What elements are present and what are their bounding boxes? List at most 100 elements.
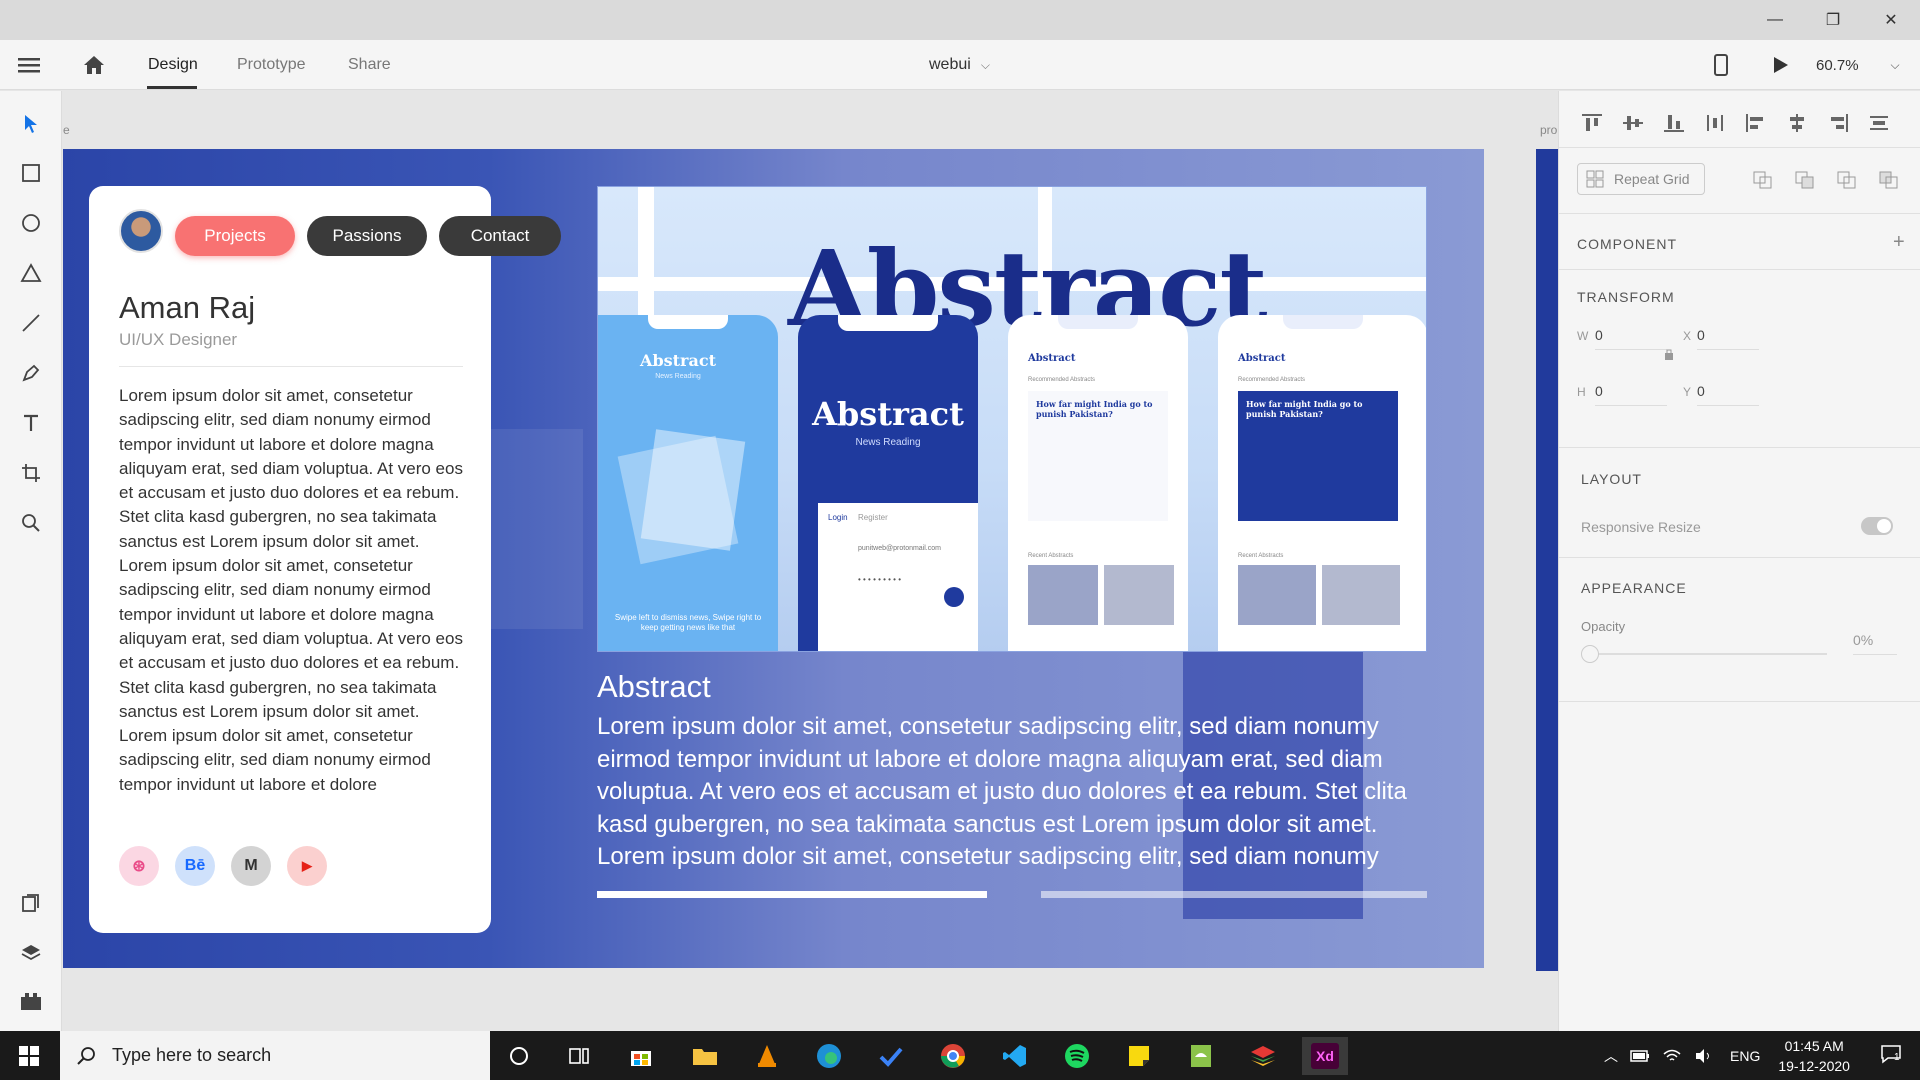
chrome-icon [941, 1044, 965, 1068]
phone1-hint: Swipe left to dismiss news, Swipe right … [614, 613, 762, 632]
line-icon [22, 314, 40, 332]
volume-icon[interactable] [1694, 1048, 1714, 1064]
stacks-app[interactable] [1240, 1037, 1286, 1075]
device-preview-button[interactable] [1714, 40, 1728, 90]
chrome-app[interactable] [930, 1037, 976, 1075]
ellipse-tool[interactable] [16, 208, 46, 238]
select-tool[interactable] [16, 109, 46, 139]
input-language[interactable]: ENG [1730, 1048, 1760, 1064]
chevron-up-icon[interactable]: ︿ [1604, 1046, 1618, 1066]
windows-logo-icon [19, 1046, 39, 1066]
text-tool[interactable] [16, 408, 46, 438]
align-center-icon[interactable] [1786, 113, 1808, 133]
android-studio-app[interactable] [1178, 1037, 1224, 1075]
artboard[interactable]: Projects Passions Contact Aman Raj UI/UX… [63, 149, 1484, 968]
behance-link[interactable]: Bē [175, 846, 215, 886]
align-bottom-icon[interactable] [1663, 113, 1685, 133]
left-toolbar [0, 91, 62, 1031]
distribute-horizontal-icon[interactable] [1868, 113, 1890, 133]
phone2-subtitle: News Reading [855, 437, 921, 448]
play-preview-button[interactable] [1772, 40, 1790, 90]
task-view-button[interactable] [556, 1037, 602, 1075]
add-component-button[interactable]: + [1893, 231, 1905, 254]
lock-aspect-icon[interactable] [1663, 347, 1675, 363]
opacity-slider-thumb[interactable] [1581, 645, 1599, 663]
y-input[interactable]: 0 [1697, 383, 1759, 406]
hamburger-menu-button[interactable] [18, 40, 40, 90]
vlc-app[interactable] [744, 1037, 790, 1075]
vscode-app[interactable] [992, 1037, 1038, 1075]
line-tool[interactable] [16, 308, 46, 338]
assets-panel-button[interactable] [16, 888, 46, 918]
pen-tool[interactable] [16, 358, 46, 388]
home-button[interactable] [82, 40, 106, 90]
repeat-grid-button[interactable]: Repeat Grid [1577, 163, 1705, 195]
opacity-slider-track[interactable] [1591, 653, 1827, 655]
taskbar-search-box[interactable]: Type here to search [60, 1031, 490, 1080]
top-toolbar: Design Prototype Share webui ⌵ 60.7% ⌵ [0, 40, 1920, 90]
tab-design[interactable]: Design [148, 40, 198, 90]
edge-app[interactable] [806, 1037, 852, 1075]
responsive-resize-toggle[interactable] [1861, 517, 1893, 535]
minimize-button[interactable]: — [1752, 0, 1798, 40]
spotify-app[interactable] [1054, 1037, 1100, 1075]
notification-center-button[interactable]: 1 [1880, 1044, 1902, 1067]
opacity-input[interactable]: 0% [1853, 632, 1897, 655]
store-app[interactable] [618, 1037, 664, 1075]
boolean-add-icon[interactable] [1753, 171, 1773, 189]
submit-arrow-icon [944, 587, 964, 607]
layers-panel-button[interactable] [16, 938, 46, 968]
news-headline: How far might India go to punish Pakista… [1036, 399, 1153, 419]
tab-share[interactable]: Share [348, 40, 391, 90]
medium-link[interactable]: M [231, 846, 271, 886]
slider-indicator-active[interactable] [597, 891, 987, 898]
rectangle-tool[interactable] [16, 158, 46, 188]
width-input[interactable]: 0 [1595, 327, 1667, 350]
align-middle-icon[interactable] [1622, 113, 1644, 133]
zoom-dropdown[interactable]: 60.7% ⌵ [1816, 40, 1900, 90]
boolean-intersect-icon[interactable] [1837, 171, 1857, 189]
clock[interactable]: 01:45 AM 19-12-2020 [1778, 1036, 1850, 1076]
active-tab-indicator [147, 86, 197, 89]
slider-indicator-inactive[interactable] [1041, 891, 1427, 898]
battery-icon[interactable] [1630, 1049, 1650, 1063]
align-left-icon[interactable] [1745, 113, 1767, 133]
design-canvas[interactable]: e pro Projects Passions Contact Aman Raj… [62, 91, 1558, 1031]
projects-pill-button[interactable]: Projects [175, 216, 295, 256]
align-right-icon[interactable] [1827, 113, 1849, 133]
restore-button[interactable]: ❐ [1810, 0, 1856, 40]
wifi-icon[interactable] [1662, 1048, 1682, 1064]
cortana-button[interactable] [496, 1037, 542, 1075]
document-title-dropdown[interactable]: webui ⌵ [929, 40, 990, 90]
zoom-tool[interactable] [16, 508, 46, 538]
distribute-vertical-icon[interactable] [1704, 113, 1726, 133]
phone-mockup-3: Abstract Recommended Abstracts How far m… [1008, 315, 1188, 651]
appearance-header: APPEARANCE [1581, 580, 1687, 596]
x-input[interactable]: 0 [1697, 327, 1759, 350]
boolean-subtract-icon[interactable] [1795, 171, 1815, 189]
start-button[interactable] [6, 1037, 52, 1075]
close-icon: ✕ [1884, 12, 1898, 29]
file-explorer-app[interactable] [682, 1037, 728, 1075]
divider [119, 366, 463, 367]
passions-pill-button[interactable]: Passions [307, 216, 427, 256]
plugins-panel-button[interactable] [16, 986, 46, 1016]
magnifier-icon [22, 514, 40, 532]
youtube-link[interactable]: ▶ [287, 846, 327, 886]
adobe-xd-app[interactable]: Xd [1302, 1037, 1348, 1075]
align-top-icon[interactable] [1581, 113, 1603, 133]
artboard-tool[interactable] [16, 458, 46, 488]
polygon-tool[interactable] [16, 258, 46, 288]
toggle-knob [1877, 519, 1891, 533]
close-button[interactable]: ✕ [1868, 0, 1914, 40]
dribbble-link[interactable]: ⊛ [119, 846, 159, 886]
sticky-notes-app[interactable] [1116, 1037, 1162, 1075]
align-toolbar [1581, 113, 1890, 133]
height-input[interactable]: 0 [1595, 383, 1667, 406]
boolean-exclude-icon[interactable] [1879, 171, 1899, 189]
tab-prototype[interactable]: Prototype [237, 40, 305, 90]
todo-app[interactable] [868, 1037, 914, 1075]
plus-icon: + [1893, 231, 1905, 253]
phone-mockup-2: Abstract News Reading Login Register pun… [798, 315, 978, 651]
contact-pill-button[interactable]: Contact [439, 216, 561, 256]
